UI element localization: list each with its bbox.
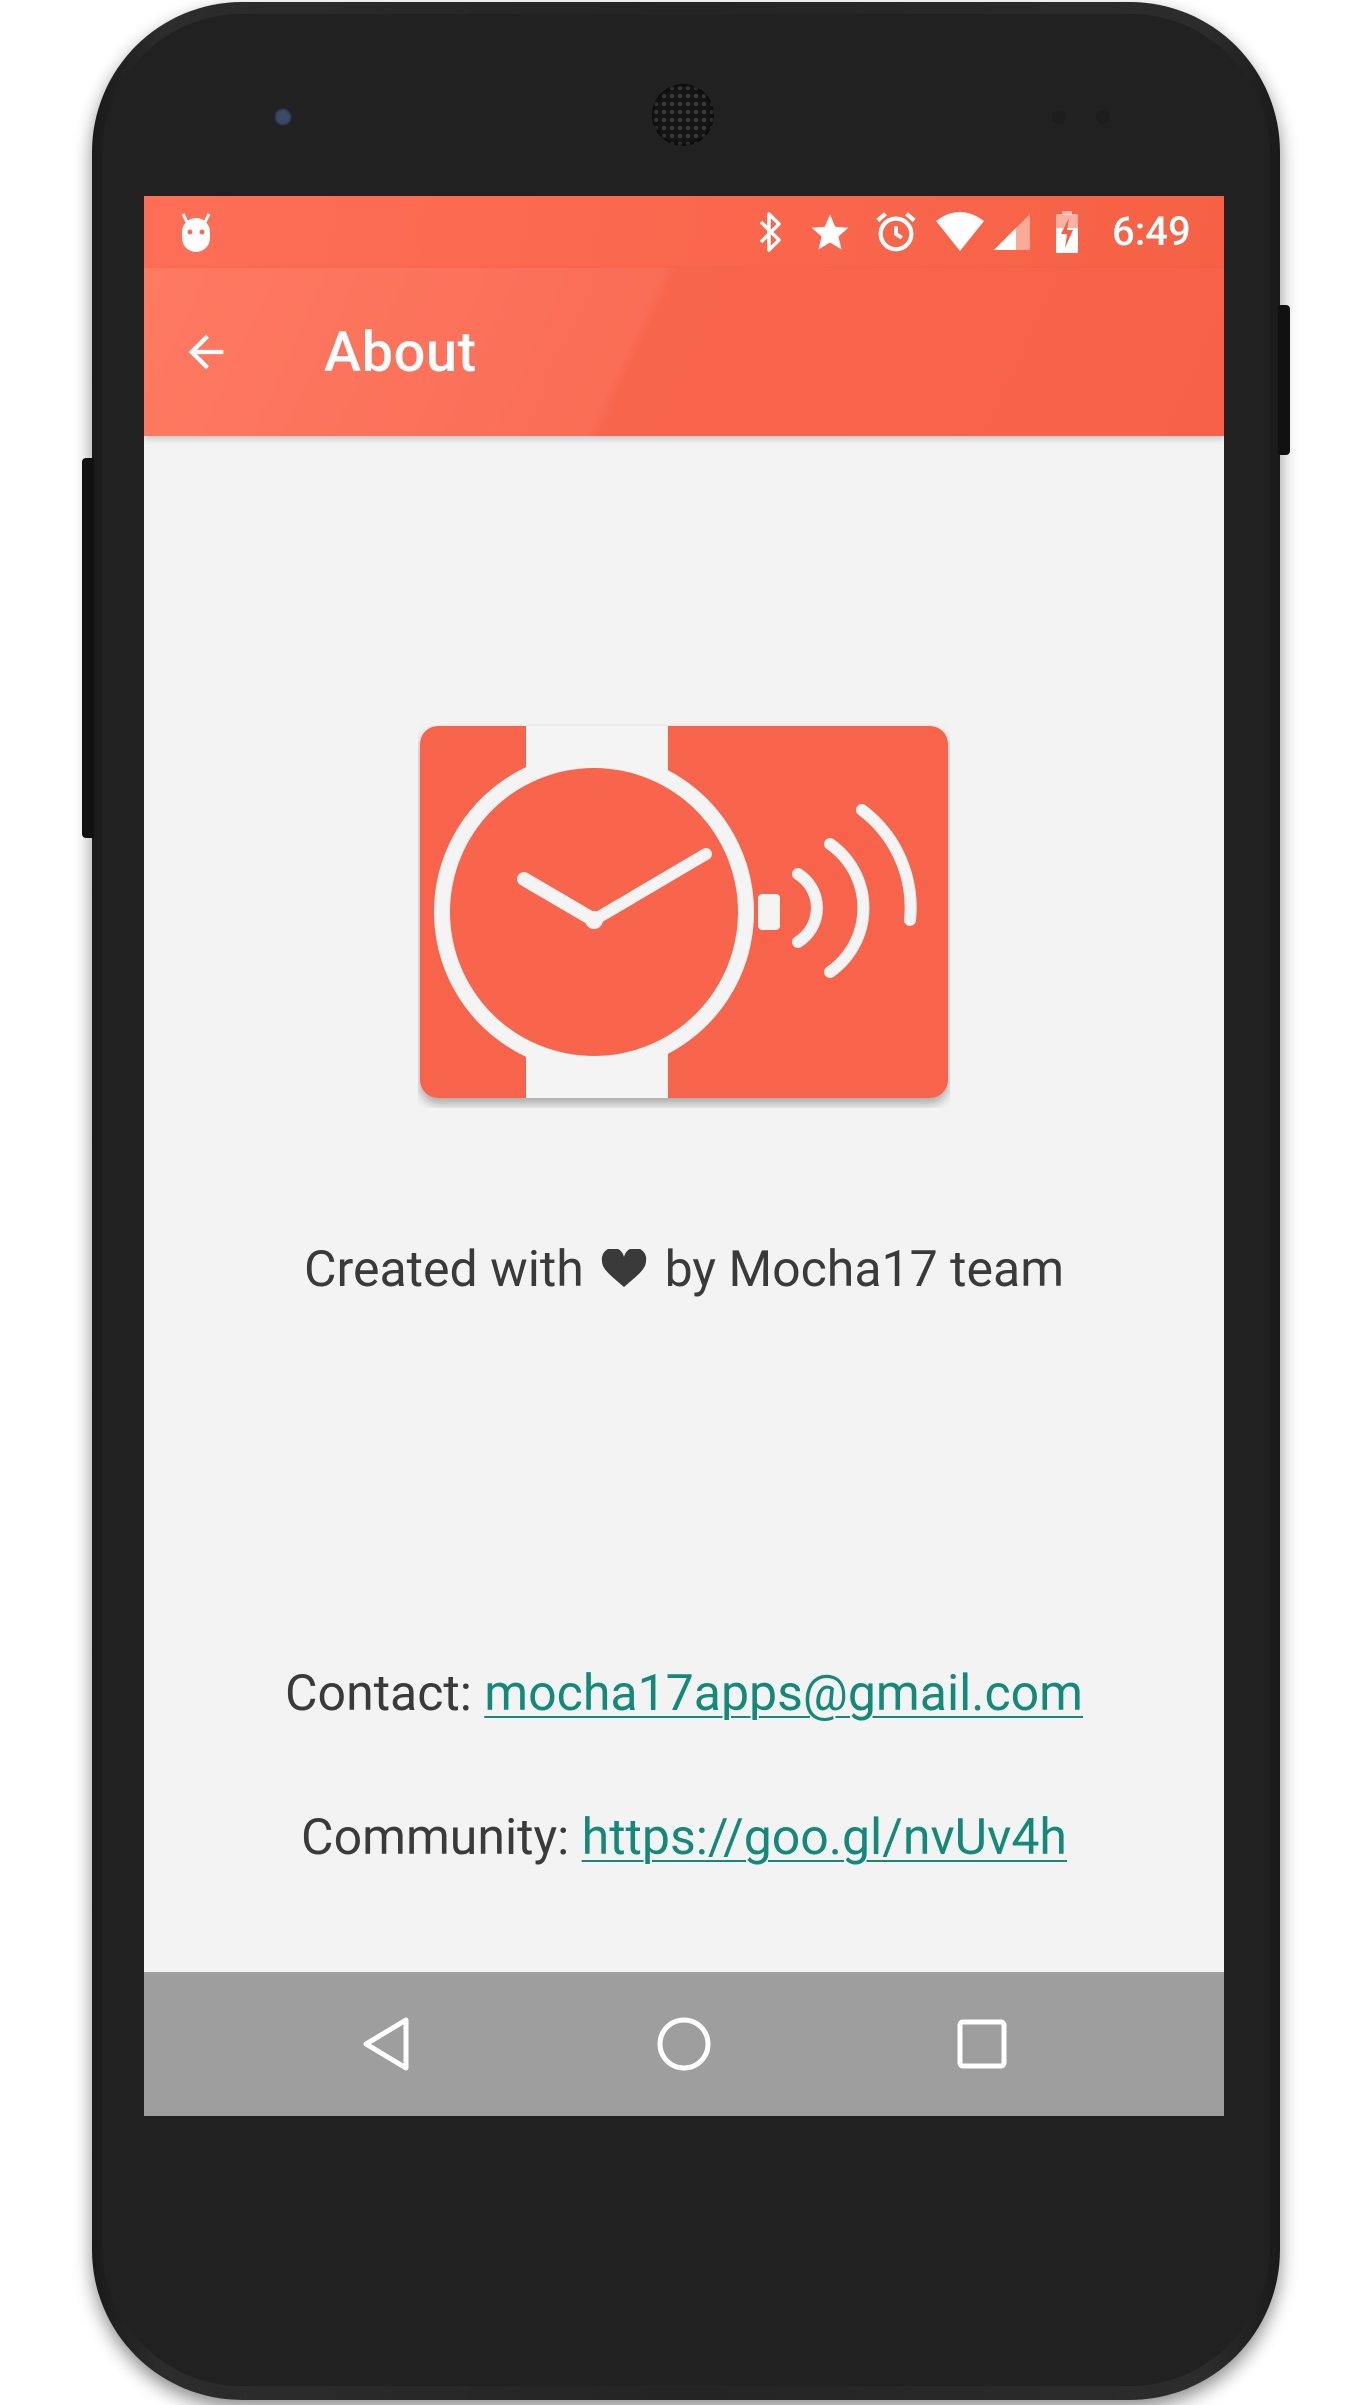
battery-charging-icon: [1052, 210, 1082, 254]
cell-signal-icon: [990, 210, 1034, 254]
wifi-icon: [934, 210, 986, 254]
credits-suffix: by Mocha17 team: [664, 1241, 1065, 1299]
home-circle-icon: [657, 2017, 711, 2071]
status-time: 6:49: [1112, 208, 1191, 255]
app-toolbar: About: [144, 268, 1224, 436]
recents-square-icon: [957, 2019, 1007, 2069]
power-button: [1278, 305, 1290, 455]
bluetooth-icon: [752, 210, 788, 254]
android-debug-icon: [178, 210, 214, 254]
light-sensor: [1096, 110, 1110, 124]
contact-email-link[interactable]: mocha17apps@gmail.com: [484, 1665, 1083, 1723]
proximity-sensor: [1052, 110, 1066, 124]
community-line: Community: https://goo.gl/nvUv4h: [144, 1808, 1224, 1868]
volume-button: [82, 458, 94, 838]
watch-notification-logo-icon: [418, 724, 950, 1108]
star-icon: [808, 210, 852, 254]
heart-icon: [600, 1243, 648, 1303]
credits-line: Created with by Mocha17 team: [144, 1240, 1224, 1303]
community-url-link[interactable]: https://goo.gl/nvUv4h: [582, 1809, 1067, 1867]
contact-line: Contact: mocha17apps@gmail.com: [144, 1664, 1224, 1724]
back-triangle-icon: [363, 2017, 409, 2071]
alarm-icon: [872, 210, 920, 254]
page-title: About: [324, 319, 477, 385]
arrow-back-icon: [188, 334, 224, 370]
screen: 6:49 About Created with by Mocha17 team …: [144, 196, 1224, 2116]
back-button[interactable]: [174, 320, 238, 384]
contact-label: Contact:: [285, 1665, 472, 1723]
credits-prefix: Created with: [303, 1241, 584, 1299]
community-label: Community:: [301, 1809, 570, 1867]
nav-home-button[interactable]: [648, 2008, 720, 2080]
front-camera-icon: [274, 108, 292, 126]
nav-back-button[interactable]: [350, 2008, 422, 2080]
nav-recents-button[interactable]: [946, 2008, 1018, 2080]
system-nav-bar: [144, 1972, 1224, 2116]
earpiece-speaker: [652, 84, 714, 146]
status-bar: 6:49: [144, 196, 1224, 268]
